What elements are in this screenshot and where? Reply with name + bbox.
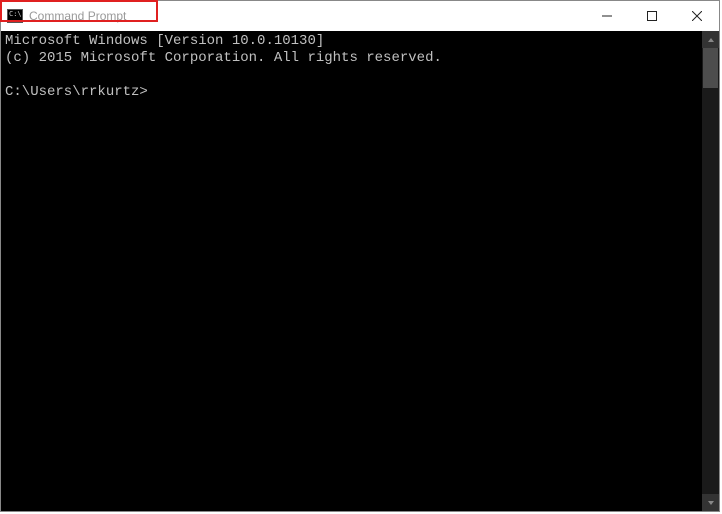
- terminal-line: Microsoft Windows [Version 10.0.10130]: [5, 33, 324, 49]
- command-prompt-window: C:\ Command Prompt Microsoft Windows [Ve…: [0, 0, 720, 512]
- titlebar[interactable]: C:\ Command Prompt: [1, 1, 719, 31]
- title-left: C:\ Command Prompt: [1, 1, 126, 31]
- window-controls: [584, 1, 719, 31]
- minimize-button[interactable]: [584, 1, 629, 30]
- chevron-up-icon: [707, 36, 715, 44]
- scroll-up-button[interactable]: [702, 31, 719, 48]
- minimize-icon: [602, 11, 612, 21]
- scroll-thumb[interactable]: [703, 48, 718, 88]
- terminal-output[interactable]: Microsoft Windows [Version 10.0.10130] (…: [1, 31, 702, 511]
- close-button[interactable]: [674, 1, 719, 30]
- terminal-area: Microsoft Windows [Version 10.0.10130] (…: [1, 31, 719, 511]
- scroll-down-button[interactable]: [702, 494, 719, 511]
- terminal-prompt: C:\Users\rrkurtz>: [5, 84, 148, 100]
- chevron-down-icon: [707, 499, 715, 507]
- close-icon: [692, 11, 702, 21]
- maximize-icon: [647, 11, 657, 21]
- cmd-icon: C:\: [7, 9, 23, 23]
- vertical-scrollbar[interactable]: [702, 31, 719, 511]
- window-title: Command Prompt: [29, 1, 126, 31]
- maximize-button[interactable]: [629, 1, 674, 30]
- terminal-line: (c) 2015 Microsoft Corporation. All righ…: [5, 50, 442, 66]
